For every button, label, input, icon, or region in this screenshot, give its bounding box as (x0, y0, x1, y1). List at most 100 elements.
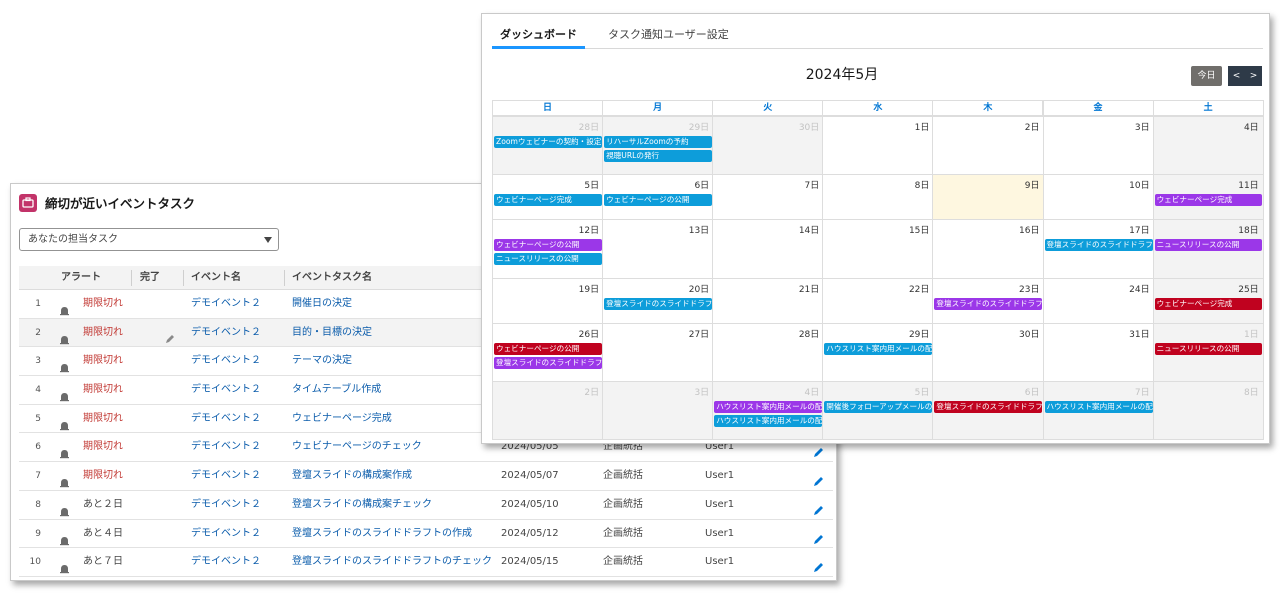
calendar-event[interactable]: ウェビナーページの公開 (494, 239, 603, 251)
calendar-day-cell[interactable]: 6日 ウェビナーページの公開 (602, 174, 714, 220)
calendar-day-cell[interactable]: 1日 ニュースリリースの公開 (1152, 323, 1264, 382)
task-link[interactable]: 目的・目標の決定 (292, 319, 372, 347)
task-link[interactable]: 登壇スライドの構成案作成 (292, 462, 412, 490)
event-link[interactable]: デモイベント２ (191, 491, 261, 519)
calendar-day-cell[interactable]: 7日 ハウスリスト案内用メールの配 (1042, 381, 1154, 440)
calendar-day-cell[interactable]: 2日 (932, 116, 1044, 175)
event-link[interactable]: デモイベント２ (191, 405, 261, 433)
calendar-day-cell[interactable]: 21日 (712, 278, 824, 324)
tab-task-notification-settings[interactable]: タスク通知ユーザー設定 (608, 22, 729, 49)
calendar-event[interactable]: 登壇スライドのスライドドラフ (934, 401, 1043, 413)
column-header-alert[interactable]: アラート (61, 266, 101, 290)
calendar-event[interactable]: ウェビナーページ完成 (1154, 194, 1262, 206)
table-row[interactable]: 8 あと２日 デモイベント２ 登壇スライドの構成案チェック 2024/05/10 企画統括… (19, 491, 833, 520)
calendar-day-cell[interactable]: 3日 (602, 381, 714, 440)
event-link[interactable]: デモイベント２ (191, 290, 261, 318)
calendar-event[interactable]: Zoomウェビナーの契約・設定 (494, 136, 603, 148)
calendar-day-cell[interactable]: 12日 ウェビナーページの公開 ニュースリリースの公開 (492, 219, 604, 279)
column-header-event[interactable]: イベント名 (191, 266, 241, 290)
tab-dashboard[interactable]: ダッシュボード (492, 22, 585, 49)
calendar-day-cell[interactable]: 4日 ハウスリスト案内用メールの配 ハウスリスト案内用メールの配 (712, 381, 824, 440)
calendar-day-cell[interactable]: 15日 (822, 219, 934, 279)
next-month-button[interactable]: > (1245, 66, 1262, 86)
calendar-event[interactable]: 視聴URLの発行 (604, 150, 713, 162)
today-button[interactable]: 今日 (1191, 66, 1222, 86)
event-link[interactable]: デモイベント２ (191, 347, 261, 375)
calendar-event[interactable]: ハウスリスト案内用メールの配 (714, 401, 823, 413)
column-header-task[interactable]: イベントタスク名 (292, 266, 372, 290)
calendar-day-cell[interactable]: 3日 (1042, 116, 1154, 175)
calendar-day-cell[interactable]: 11日 ウェビナーページ完成 (1152, 174, 1264, 220)
calendar-day-cell[interactable]: 20日 登壇スライドのスライドドラフ (602, 278, 714, 324)
prev-month-button[interactable]: < (1228, 66, 1245, 86)
calendar-day-cell[interactable]: 16日 (932, 219, 1044, 279)
calendar-event[interactable]: 登壇スライドのスライドドラフ (494, 357, 603, 369)
calendar-day-cell[interactable]: 8日 (822, 174, 934, 220)
calendar-event[interactable]: ウェビナーページ完成 (494, 194, 603, 206)
calendar-day-cell[interactable]: 10日 (1042, 174, 1154, 220)
calendar-day-cell[interactable]: 28日 (712, 323, 824, 382)
task-link[interactable]: ウェビナーページ完成 (292, 405, 392, 433)
calendar-event[interactable]: ハウスリスト案内用メールの配 (1044, 401, 1153, 413)
calendar-day-cell[interactable]: 9日 (932, 174, 1044, 220)
task-link[interactable]: 開催日の決定 (292, 290, 352, 318)
table-row[interactable]: 10 あと７日 デモイベント２ 登壇スライドのスライドドラフトのチェック 2024/05… (19, 548, 833, 577)
task-link[interactable]: ウェビナーページのチェック (292, 433, 422, 461)
calendar-day-cell[interactable]: 25日 ウェビナーページ完成 (1152, 278, 1264, 324)
calendar-event[interactable]: ニュースリリースの公開 (494, 253, 603, 265)
event-link[interactable]: デモイベント２ (191, 319, 261, 347)
calendar-event[interactable]: ウェビナーページの公開 (604, 194, 713, 206)
calendar-event[interactable]: ハウスリスト案内用メールの配 (714, 415, 823, 427)
calendar-day-cell[interactable]: 17日 登壇スライドのスライドドラフ (1042, 219, 1154, 279)
calendar-event[interactable]: 登壇スライドのスライドドラフ (604, 298, 713, 310)
column-header-done[interactable]: 完了 (140, 266, 160, 290)
calendar-day-cell[interactable]: 28日 Zoomウェビナーの契約・設定 (492, 116, 604, 175)
calendar-day-cell[interactable]: 29日 リハーサルZoomの予約 視聴URLの発行 (602, 116, 714, 175)
calendar-day-cell[interactable]: 6日 登壇スライドのスライドドラフ (932, 381, 1044, 440)
edit-pencil-icon[interactable] (813, 557, 824, 573)
calendar-day-cell[interactable]: 27日 (602, 323, 714, 382)
calendar-event[interactable]: ウェビナーページ完成 (1154, 298, 1262, 310)
calendar-day-cell[interactable]: 19日 (492, 278, 604, 324)
task-link[interactable]: テーマの決定 (292, 347, 352, 375)
calendar-day-cell[interactable]: 24日 (1042, 278, 1154, 324)
task-link[interactable]: 登壇スライドのスライドドラフトの作成 (292, 520, 472, 548)
calendar-day-cell[interactable]: 22日 (822, 278, 934, 324)
task-link[interactable]: 登壇スライドの構成案チェック (292, 491, 432, 519)
edit-pencil-icon[interactable] (813, 500, 824, 515)
calendar-day-cell[interactable]: 1日 (822, 116, 934, 175)
edit-pencil-icon[interactable] (813, 529, 824, 544)
calendar-day-cell[interactable]: 14日 (712, 219, 824, 279)
calendar-day-cell[interactable]: 29日 ハウスリスト案内用メールの配 (822, 323, 934, 382)
calendar-day-cell[interactable]: 18日 ニュースリリースの公開 (1152, 219, 1264, 279)
calendar-day-cell[interactable]: 30日 (712, 116, 824, 175)
calendar-day-cell[interactable]: 8日 (1152, 381, 1264, 440)
table-row[interactable]: 9 あと４日 デモイベント２ 登壇スライドのスライドドラフトの作成 2024/05/12… (19, 520, 833, 549)
calendar-day-cell[interactable]: 23日 登壇スライドのスライドドラフ (932, 278, 1044, 324)
calendar-day-cell[interactable]: 30日 (932, 323, 1044, 382)
calendar-event[interactable]: 開催後フォローアップメールの (824, 401, 933, 413)
table-row[interactable]: 7 期限切れ デモイベント２ 登壇スライドの構成案作成 2024/05/07 企画統括 Us… (19, 462, 833, 491)
calendar-event[interactable]: 登壇スライドのスライドドラフ (1044, 239, 1153, 251)
event-link[interactable]: デモイベント２ (191, 462, 261, 490)
task-link[interactable]: タイムテーブル作成 (292, 376, 381, 404)
calendar-day-cell[interactable]: 5日 開催後フォローアップメールの (822, 381, 934, 440)
event-link[interactable]: デモイベント２ (191, 433, 261, 461)
event-link[interactable]: デモイベント２ (191, 548, 261, 576)
task-link[interactable]: 登壇スライドのスライドドラフトのチェック (292, 548, 492, 576)
event-link[interactable]: デモイベント２ (191, 376, 261, 404)
edit-pencil-icon[interactable] (813, 442, 824, 458)
calendar-day-cell[interactable]: 2日 (492, 381, 604, 440)
calendar-event[interactable]: ハウスリスト案内用メールの配 (824, 343, 933, 355)
calendar-day-cell[interactable]: 26日 ウェビナーページの公開 登壇スライドのスライドドラフ (492, 323, 604, 382)
calendar-day-cell[interactable]: 5日 ウェビナーページ完成 (492, 174, 604, 220)
calendar-day-cell[interactable]: 13日 (602, 219, 714, 279)
calendar-event[interactable]: ウェビナーページの公開 (494, 343, 603, 355)
task-filter-select[interactable]: あなたの担当タスク (19, 228, 279, 251)
edit-pencil-icon[interactable] (813, 471, 824, 487)
calendar-event[interactable]: リハーサルZoomの予約 (604, 136, 713, 148)
calendar-event[interactable]: 登壇スライドのスライドドラフ (934, 298, 1043, 310)
calendar-event[interactable]: ニュースリリースの公開 (1154, 239, 1262, 251)
calendar-event[interactable]: ニュースリリースの公開 (1154, 343, 1262, 355)
calendar-day-cell[interactable]: 4日 (1152, 116, 1264, 175)
